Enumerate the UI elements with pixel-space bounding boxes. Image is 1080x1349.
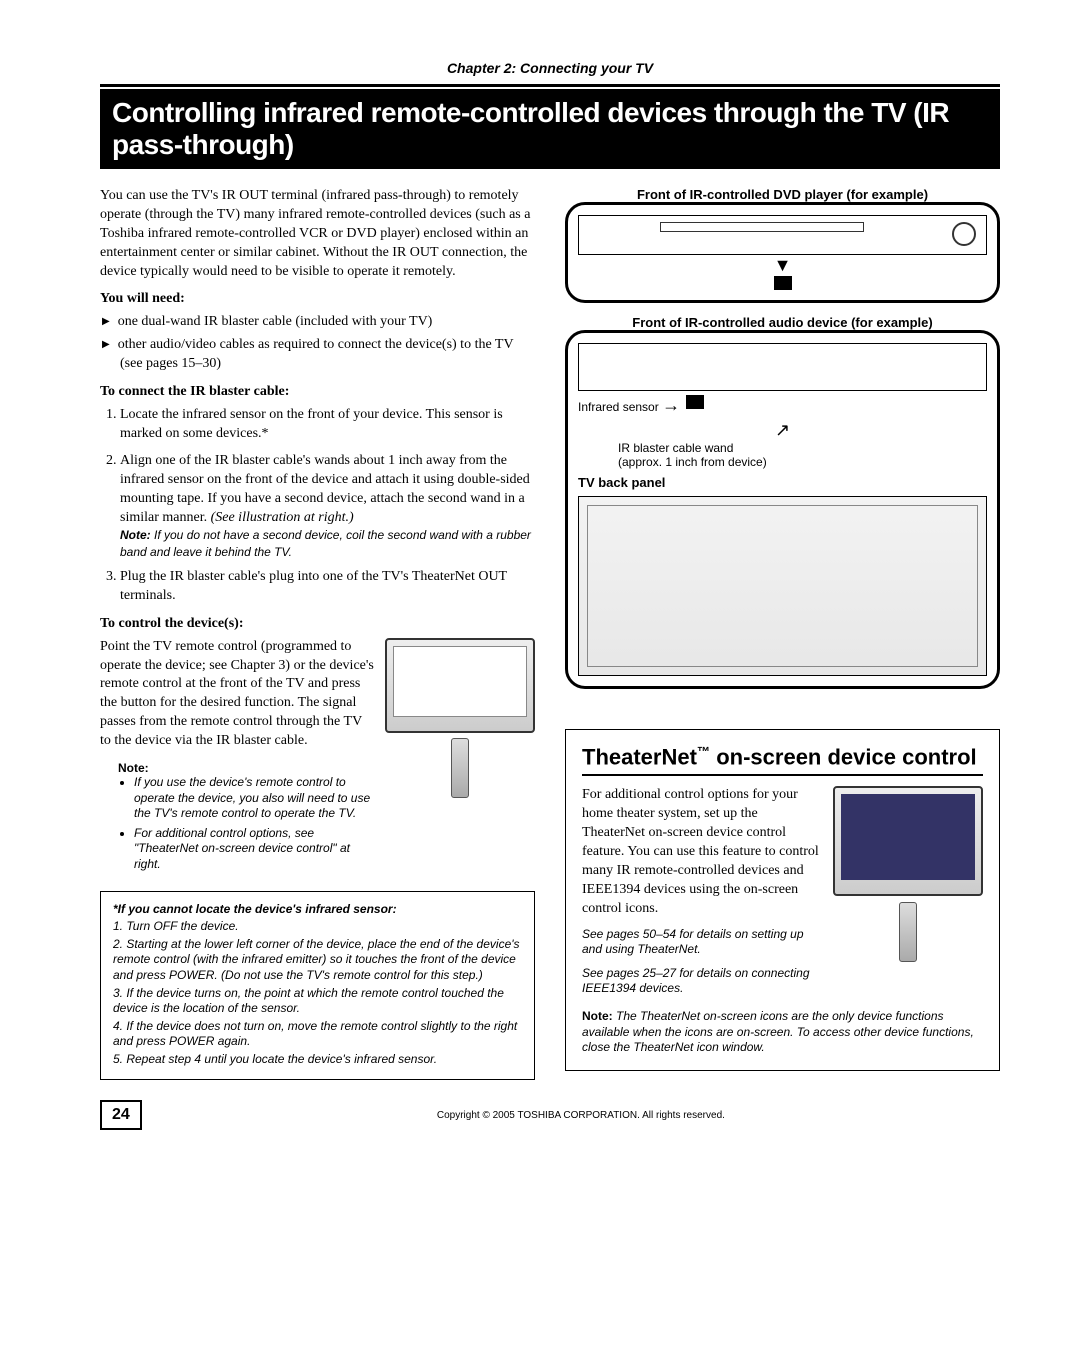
theaternet-see2: See pages 25–27 for details on connectin… [582,966,821,997]
need-item: other audio/video cables as required to … [120,336,535,374]
theaternet-title-main: TheaterNet [582,744,697,769]
theaternet-title: TheaterNet™ on-screen device control [582,744,983,776]
back-panel-label: TV back panel [578,475,987,490]
theaternet-tv-illustration [833,786,983,896]
theaternet-box: TheaterNet™ on-screen device control For… [565,729,1000,1071]
page-title: Controlling infrared remote-controlled d… [100,89,1000,169]
infrared-sensor-label: Infrared sensor [578,400,659,414]
control-note-item: For additional control options, see "The… [134,826,375,873]
note-label: Note: [582,1009,613,1023]
connect-step-2: Align one of the IR blaster cable's wand… [120,452,535,560]
rule-top [100,84,1000,87]
intro-text: You can use the TV's IR OUT terminal (in… [100,187,535,281]
remote-illustration [899,902,917,962]
locate-step: 1. Turn OFF the device. [113,919,522,935]
step-illustration-ref: (See illustration at right.) [211,510,354,525]
sensor-icon [774,276,792,290]
connect-step-3: Plug the IR blaster cable's plug into on… [120,568,535,606]
locate-step: 2. Starting at the lower left corner of … [113,937,522,984]
locate-step: 3. If the device turns on, the point at … [113,986,522,1017]
need-item: one dual-wand IR blaster cable (included… [120,313,535,332]
note-text: If you do not have a second device, coil… [120,528,531,558]
remote-illustration [451,738,469,798]
locate-sensor-box: *If you cannot locate the device's infra… [100,891,535,1081]
need-heading: You will need: [100,291,535,307]
sensor-icon [686,395,704,409]
page-number: 24 [100,1100,142,1130]
locate-step: 4. If the device does not turn on, move … [113,1019,522,1050]
audio-diagram-label: Front of IR-controlled audio device (for… [565,315,1000,330]
note-label: Note: [120,528,151,542]
tv-illustration [385,638,535,733]
control-heading: To control the device(s): [100,616,535,632]
dvd-diagram: ▼ [565,202,1000,303]
connect-step-1: Locate the infrared sensor on the front … [120,406,535,444]
arrow-down-icon: ▼ [774,255,792,275]
trademark-icon: ™ [697,744,710,759]
control-text: Point the TV remote control (programmed … [100,638,375,751]
audio-diagram: Infrared sensor → ↗ IR blaster cable wan… [565,330,1000,689]
arrow-right-icon: → [662,395,680,415]
theaternet-see1: See pages 50–54 for details on setting u… [582,927,821,958]
theaternet-title-suffix: on-screen device control [710,744,977,769]
theaternet-body: For additional control options for your … [582,787,819,915]
locate-title: *If you cannot locate the device's infra… [113,902,397,916]
control-note-item: If you use the device's remote control t… [134,775,375,822]
note-label: Note: [118,761,149,775]
arrow-up-icon: ↗ [775,420,790,440]
back-panel-illustration [578,496,987,676]
connect-heading: To connect the IR blaster cable: [100,384,535,400]
locate-step: 5. Repeat step 4 until you locate the de… [113,1052,522,1068]
theaternet-note-text: The TheaterNet on-screen icons are the o… [582,1009,974,1054]
ir-wand-label: IR blaster cable wand [618,441,733,455]
copyright: Copyright © 2005 TOSHIBA CORPORATION. Al… [162,1110,1000,1121]
ir-wand-sublabel: (approx. 1 inch from device) [618,455,767,469]
dvd-diagram-label: Front of IR-controlled DVD player (for e… [565,187,1000,202]
chapter-header: Chapter 2: Connecting your TV [100,60,1000,76]
